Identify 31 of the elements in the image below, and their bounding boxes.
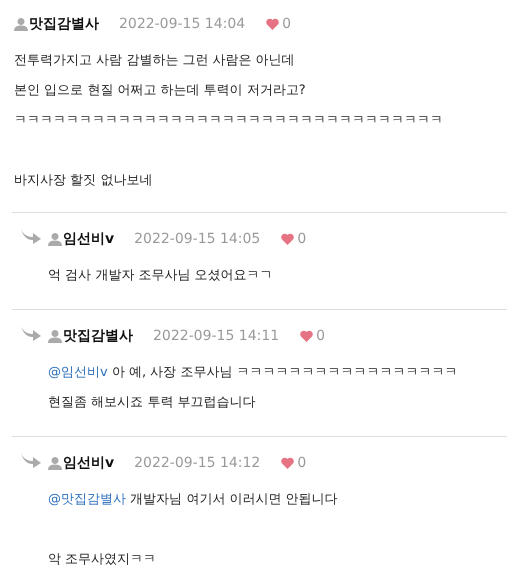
comment-text: 억 검사 개발자 조무사님 오셨어요ㅋㄱ [48,268,273,283]
comment-date: 2022-09-15 14:11 [153,328,280,344]
comment-text: 개발자님 여기서 이러시면 안됩니다 [130,492,338,507]
comment-date: 2022-09-15 14:05 [134,231,260,247]
heart-icon[interactable] [281,233,294,245]
user-icon [48,456,62,470]
heart-icon[interactable] [266,18,280,30]
comment-text: 현질좀 해보시죠 투력 부끄럽습니다 [48,395,256,410]
comment-text: 아 예, 사장 조무사님 ㅋㅋㅋㅋㅋㅋㅋㅋㅋㅋㅋㅋㅋㅋㅋㅋㅋ [112,365,458,380]
heart-icon[interactable] [300,330,314,342]
author-name[interactable]: 임선비v [63,230,114,248]
author-name[interactable]: 임선비v [63,454,114,472]
comment-date: 2022-09-15 14:12 [134,455,260,471]
comment-text: 악 조무사였지ㅋㅋ [48,552,156,567]
author-name[interactable]: 맛집감별사 [29,15,99,33]
comment-text: ㅋㅋㅋㅋㅋㅋㅋㅋㅋㅋㅋㅋㅋㅋㅋㅋㅋㅋㅋㅋㅋㅋㅋㅋㅋㅋㅋㅋㅋㅋㅋㅋㅋ [14,113,443,128]
like-count: 0 [282,16,292,32]
comment-text: 본인 입으로 현질 어쩌고 하는데 투력이 저거라고? [14,83,306,98]
comment-text: 바지사장 할짓 없나보네 [14,173,152,188]
comment-date: 2022-09-15 14:04 [119,16,246,32]
author-name[interactable]: 맛집감별사 [63,327,133,345]
user-icon [48,232,62,246]
mention-link[interactable]: @맛집감별사 [48,492,126,507]
like-count: 0 [297,231,306,247]
heart-icon[interactable] [281,457,294,469]
user-icon [14,17,28,31]
like-count: 0 [316,328,326,344]
user-icon [48,329,62,343]
like-count: 0 [297,455,306,471]
mention-link[interactable]: @임선비v [48,365,108,380]
comment-text: 전투력가지고 사람 감별하는 그런 사람은 아닌데 [14,53,295,68]
